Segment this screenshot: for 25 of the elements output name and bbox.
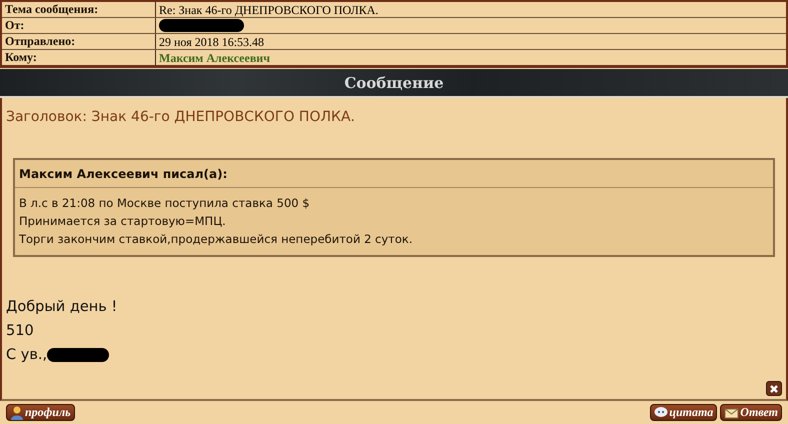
field-value: Re: Знак 46-го ДНЕПРОВСКОГО ПОЛКА. <box>159 2 378 16</box>
field-label: Кому: <box>5 50 37 64</box>
close-button[interactable] <box>766 381 782 396</box>
quote-button[interactable]: цитата <box>650 404 718 421</box>
quote-text: Принимается за стартовую=МПЦ. <box>19 213 227 230</box>
field-label: Тема сообщения: <box>5 2 98 16</box>
field-label: Отправлено: <box>5 34 76 48</box>
section-title: Сообщение <box>344 74 444 92</box>
profile-button[interactable]: профиль <box>6 404 75 421</box>
close-icon <box>769 384 779 394</box>
field-value: 29 ноя 2018 16:53.48 <box>159 34 264 48</box>
reply-button[interactable]: Ответ <box>720 404 782 421</box>
recipient-name: Максим Алексеевич <box>159 50 270 64</box>
redaction-mark <box>47 348 110 362</box>
envelope-icon <box>724 406 740 418</box>
message-text: Добрый день ! <box>6 298 118 317</box>
speech-bubble-icon <box>654 406 668 418</box>
message-text: 510 <box>6 322 34 341</box>
quote-text: Торги закончим ставкой,продержавшейся неперебитой 2 суток. <box>19 231 414 248</box>
quote-author: Максим Алексеевич писал(а): <box>19 167 228 181</box>
person-icon <box>10 406 24 420</box>
message-text: С ув., <box>6 346 48 365</box>
subject-line: Заголовок: Знак 46-го ДНЕПРОВСКОГО ПОЛКА. <box>6 109 356 125</box>
quote-text: В л.с в 21:08 по Москве поступила ставка 500 $ <box>19 195 311 212</box>
field-label: От: <box>5 18 24 32</box>
